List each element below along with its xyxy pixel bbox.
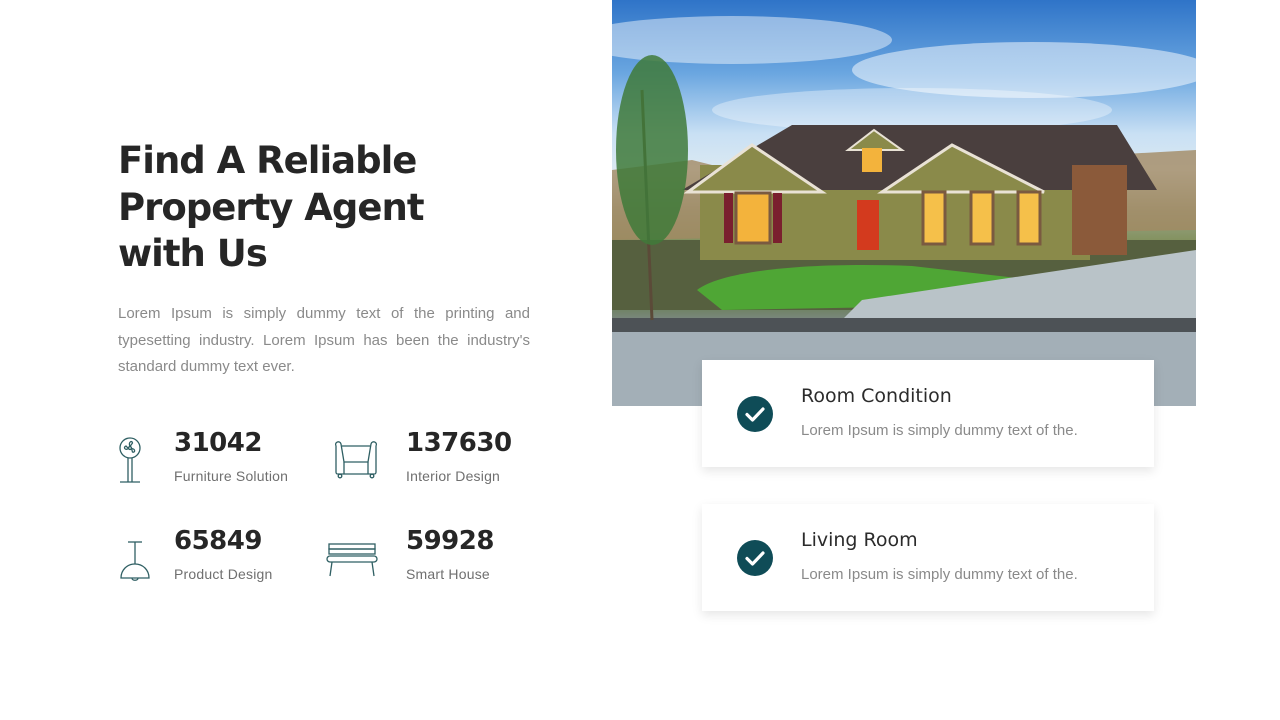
house-illustration: [612, 16, 1196, 406]
headline-line-2: Property Agent: [118, 185, 425, 229]
headline-line-1: Find A Reliable: [118, 139, 417, 182]
feature-title: Living Room: [801, 529, 918, 551]
hero-house-image: [612, 0, 1196, 406]
check-circle-icon: [737, 540, 773, 576]
armchair-icon: [332, 438, 380, 484]
feature-description: Lorem Ipsum is simply dummy text of the.: [801, 422, 1078, 439]
check-circle-icon: [737, 396, 773, 432]
stat-label: Smart House: [406, 566, 490, 582]
stat-value: 31042: [174, 428, 262, 458]
standing-fan-icon: [118, 436, 144, 488]
feature-title: Room Condition: [801, 385, 952, 407]
headline-line-3: with Us: [118, 232, 268, 275]
stat-label: Furniture Solution: [174, 468, 289, 484]
feature-card-living-room: Living Room Lorem Ipsum is simply dummy …: [702, 504, 1154, 611]
feature-description: Lorem Ipsum is simply dummy text of the.: [801, 566, 1078, 583]
stat-value: 65849: [174, 526, 262, 556]
stat-value: 59928: [406, 526, 494, 556]
pendant-lamp-icon: [118, 540, 152, 586]
intro-paragraph: Lorem Ipsum is simply dummy text of the …: [118, 305, 530, 375]
stat-label: Product Design: [174, 566, 273, 582]
feature-card-room-condition: Room Condition Lorem Ipsum is simply dum…: [702, 360, 1154, 467]
bench-icon: [326, 542, 378, 582]
stat-value: 137630: [406, 428, 512, 458]
page-headline: Find A Reliable Property Agent with Us: [118, 138, 448, 278]
stat-label: Interior Design: [406, 468, 501, 484]
